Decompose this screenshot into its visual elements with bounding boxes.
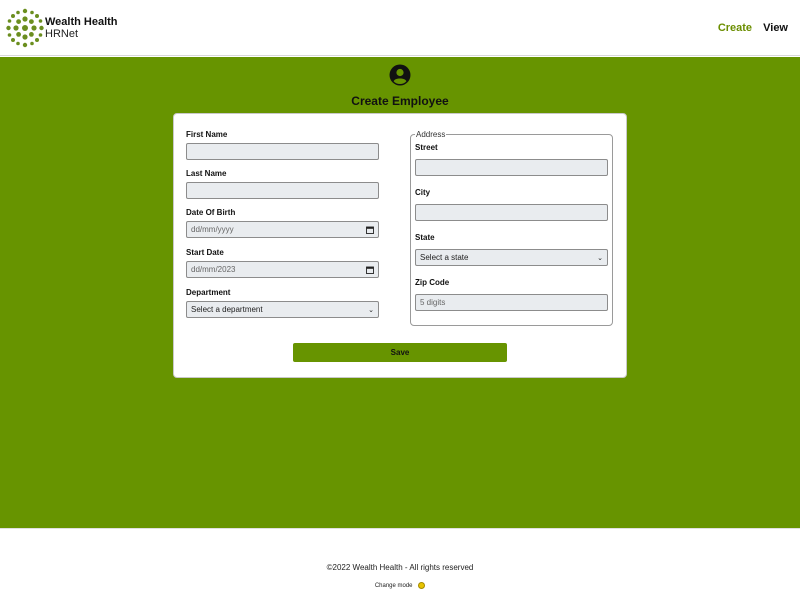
calendar-icon[interactable] <box>366 226 374 234</box>
create-employee-form: First Name Last Name Date Of Birth dd/mm… <box>173 113 627 378</box>
zip-code-input[interactable]: 5 digits <box>415 294 608 311</box>
start-date-value: dd/mm/2023 <box>191 265 236 274</box>
date-of-birth-placeholder: dd/mm/yyyy <box>191 225 234 234</box>
copyright-text: ©2022 Wealth Health - All rights reserve… <box>326 563 474 572</box>
department-select[interactable]: Select a department ⌄ <box>186 301 379 318</box>
change-mode-label: Change mode <box>374 583 413 590</box>
city-input[interactable] <box>415 204 608 221</box>
state-label: State <box>415 233 435 242</box>
save-button[interactable]: Save <box>293 343 507 362</box>
date-of-birth-label: Date Of Birth <box>186 208 236 217</box>
zip-code-label: Zip Code <box>415 278 450 287</box>
main-nav: Create View <box>710 22 788 34</box>
chevron-down-icon: ⌄ <box>368 306 374 314</box>
department-selected-value: Select a department <box>191 305 263 314</box>
page-title: Create Employee <box>351 94 449 108</box>
department-label: Department <box>186 288 231 297</box>
street-input[interactable] <box>415 159 608 176</box>
brand-title: Wealth Health <box>45 16 118 28</box>
zip-code-placeholder: 5 digits <box>420 298 446 307</box>
state-selected-value: Select a state <box>420 253 469 262</box>
first-name-label: First Name <box>186 130 228 139</box>
address-legend: Address <box>415 130 447 139</box>
nav-view-link[interactable]: View <box>763 22 788 34</box>
main-content: Create Employee First Name Last Name Dat… <box>0 57 800 528</box>
last-name-label: Last Name <box>186 169 227 178</box>
nav-create-link[interactable]: Create <box>718 22 752 34</box>
brand: Wealth Health HRNet <box>45 16 118 40</box>
calendar-icon[interactable] <box>366 266 374 274</box>
city-label: City <box>415 188 431 197</box>
start-date-label: Start Date <box>186 248 224 257</box>
street-label: Street <box>415 143 438 152</box>
last-name-input[interactable] <box>186 182 379 199</box>
wealth-health-logo[interactable] <box>6 5 44 51</box>
state-select[interactable]: Select a state ⌄ <box>415 249 608 266</box>
app-header: Wealth Health HRNet Create View <box>0 0 800 56</box>
date-of-birth-input[interactable]: dd/mm/yyyy <box>186 221 379 238</box>
theme-toggle-icon[interactable] <box>418 582 426 589</box>
start-date-input[interactable]: dd/mm/2023 <box>186 261 379 278</box>
user-circle-icon <box>389 64 411 86</box>
change-mode-row: Change mode <box>0 582 800 589</box>
brand-subtitle: HRNet <box>45 28 79 40</box>
first-name-input[interactable] <box>186 143 379 160</box>
app-footer: ©2022 Wealth Health - All rights reserve… <box>0 528 800 600</box>
chevron-down-icon: ⌄ <box>597 254 603 262</box>
